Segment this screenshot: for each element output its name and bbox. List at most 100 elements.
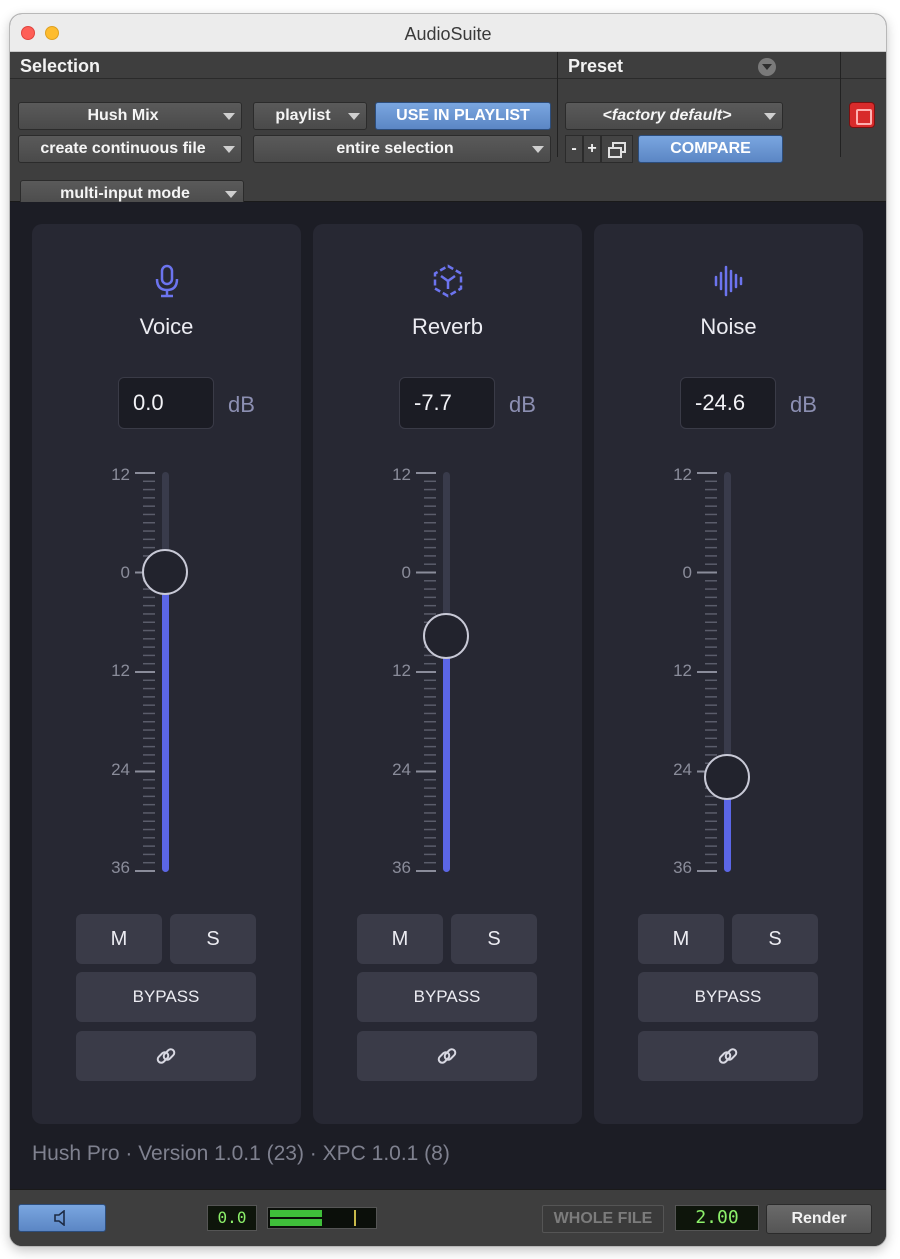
channel-icon-wrap xyxy=(594,264,863,304)
level-readout: 0.0 xyxy=(207,1205,257,1231)
preset-plus-button[interactable]: + xyxy=(583,135,601,163)
gain-unit-label: dB xyxy=(228,392,255,417)
gain-value-field[interactable]: 0.0 xyxy=(118,377,214,429)
whole-file-button[interactable]: WHOLE FILE xyxy=(542,1205,664,1233)
solo-button[interactable]: S xyxy=(732,914,818,964)
chevron-down-icon xyxy=(764,113,776,120)
channel-name: Reverb xyxy=(412,314,483,339)
reverb-icon xyxy=(433,264,462,298)
channel-bypass-button[interactable]: BYPASS xyxy=(76,972,256,1022)
selection-label: Selection xyxy=(20,56,101,76)
fader-tick-scale xyxy=(135,472,155,872)
channel-bypass-button[interactable]: BYPASS xyxy=(638,972,818,1022)
mute-button[interactable]: M xyxy=(638,914,724,964)
render-button[interactable]: Render xyxy=(766,1204,872,1234)
fader-knob[interactable] xyxy=(704,754,750,800)
output-level-meter xyxy=(267,1207,377,1229)
preset-dropdown[interactable]: <factory default> xyxy=(565,102,783,130)
target-dropdown-label: playlist xyxy=(275,107,331,124)
fader-tick-scale xyxy=(416,472,436,872)
microphone-icon xyxy=(155,264,178,298)
fader-scale-label: 12 xyxy=(392,661,411,680)
preset-menu-button[interactable] xyxy=(758,58,776,76)
chevron-down-icon xyxy=(223,146,235,153)
window-title: AudioSuite xyxy=(404,24,492,44)
compare-button[interactable]: COMPARE xyxy=(638,135,783,163)
fader-scale-label: 12 xyxy=(673,465,692,484)
gain-value-field[interactable]: -7.7 xyxy=(399,377,495,429)
selection-mode-dropdown[interactable]: entire selection xyxy=(253,135,551,163)
input-mode-dropdown-label: multi-input mode xyxy=(60,185,190,202)
preset-label: Preset xyxy=(568,56,624,76)
link-button[interactable] xyxy=(357,1031,537,1081)
fader-scale-label: 36 xyxy=(673,858,692,877)
fader-scale-label: 24 xyxy=(392,760,411,779)
preview-button[interactable] xyxy=(18,1204,106,1232)
fader-level-fill xyxy=(162,572,169,872)
plugin-bypass-power-button[interactable] xyxy=(849,102,875,128)
header-section-divider xyxy=(557,52,558,157)
handle-length-field[interactable]: 2.00 xyxy=(675,1205,759,1231)
file-mode-dropdown-label: create continuous file xyxy=(40,140,206,157)
mute-button[interactable]: M xyxy=(357,914,443,964)
chevron-down-icon xyxy=(348,113,360,120)
channel-strip-voice: Voice 0.0 dB 12 0 12 24 36 M S BYPASS xyxy=(32,224,301,1124)
fader-scale-label: 24 xyxy=(673,760,692,779)
channel-strip-noise: Noise -24.6 dB 12 0 12 24 36 M S BYPASS xyxy=(594,224,863,1124)
fader-knob[interactable] xyxy=(423,613,469,660)
target-dropdown[interactable]: playlist xyxy=(253,102,367,130)
channel-strip-reverb: Reverb -7.7 dB 12 0 12 24 36 M S BYPASS xyxy=(313,224,582,1124)
version-text: Hush Pro · Version 1.0.1 (23) · XPC 1.0.… xyxy=(32,1142,450,1165)
fader-knob[interactable] xyxy=(142,549,188,595)
fader-scale-label: 0 xyxy=(401,563,411,582)
title-bar[interactable]: AudioSuite xyxy=(10,14,886,52)
gain-unit-label: dB xyxy=(509,392,536,417)
mute-button[interactable]: M xyxy=(76,914,162,964)
plugin-dropdown-label: Hush Mix xyxy=(87,107,159,124)
use-in-playlist-button[interactable]: USE IN PLAYLIST xyxy=(375,102,551,130)
channel-name: Noise xyxy=(700,314,757,339)
preset-minus-button[interactable]: - xyxy=(565,135,583,163)
noise-waveform-icon xyxy=(714,265,742,297)
preset-copy-button[interactable] xyxy=(601,135,633,163)
hush-plugin-area: Voice 0.0 dB 12 0 12 24 36 M S BYPASS Re… xyxy=(10,202,886,1189)
link-icon xyxy=(156,1048,176,1064)
speaker-icon xyxy=(54,1209,65,1227)
audiosuite-header: Selection Preset Hush Mix playlist USE I… xyxy=(10,52,886,208)
link-icon xyxy=(718,1048,738,1064)
fader-level-fill xyxy=(443,636,450,872)
chevron-down-icon xyxy=(225,191,237,198)
selection-mode-dropdown-label: entire selection xyxy=(336,140,454,157)
preset-dropdown-label: <factory default> xyxy=(602,107,732,124)
fader-scale-label: 12 xyxy=(392,465,411,484)
channel-bypass-button[interactable]: BYPASS xyxy=(357,972,537,1022)
header-divider xyxy=(10,78,886,79)
meter-bar-left xyxy=(270,1210,322,1217)
chevron-down-icon xyxy=(532,146,544,153)
fader-scale-label: 12 xyxy=(111,465,130,484)
meter-peak-marker xyxy=(354,1210,356,1226)
fader-tick-scale xyxy=(697,472,717,872)
chevron-down-icon xyxy=(223,113,235,120)
gain-value-field[interactable]: -24.6 xyxy=(680,377,776,429)
fader-scale-label: 36 xyxy=(111,858,130,877)
audiosuite-window: AudioSuite Selection Preset Hush Mix pla… xyxy=(10,14,886,1246)
channel-name: Voice xyxy=(139,314,194,339)
plugin-dropdown[interactable]: Hush Mix xyxy=(18,102,242,130)
channel-icon-wrap xyxy=(32,264,301,304)
fader-scale-label: 0 xyxy=(120,563,130,582)
channel-icon-wrap xyxy=(313,264,582,304)
link-icon xyxy=(437,1048,457,1064)
file-mode-dropdown[interactable]: create continuous file xyxy=(18,135,242,163)
solo-button[interactable]: S xyxy=(170,914,256,964)
fader-scale-label: 36 xyxy=(392,858,411,877)
fader-scale-label: 12 xyxy=(111,661,130,680)
link-button[interactable] xyxy=(76,1031,256,1081)
fader-scale-label: 0 xyxy=(682,563,692,582)
header-section-divider xyxy=(840,52,841,157)
link-button[interactable] xyxy=(638,1031,818,1081)
fader-scale-label: 12 xyxy=(673,661,692,680)
gain-unit-label: dB xyxy=(790,392,817,417)
meter-bar-right xyxy=(270,1219,322,1226)
solo-button[interactable]: S xyxy=(451,914,537,964)
